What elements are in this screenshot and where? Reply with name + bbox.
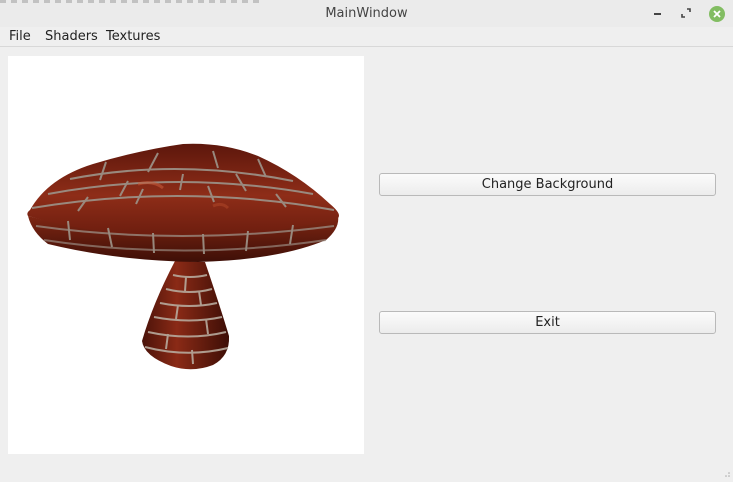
window-title: MainWindow: [325, 6, 408, 21]
maximize-button[interactable]: [678, 5, 694, 21]
close-icon: [708, 5, 725, 22]
menu-textures[interactable]: Textures: [106, 29, 160, 44]
render-viewport[interactable]: [8, 56, 364, 454]
menu-shaders[interactable]: Shaders: [45, 29, 98, 44]
menu-file[interactable]: File: [9, 29, 31, 44]
minimize-button[interactable]: [649, 5, 665, 21]
mushroom-model: [27, 143, 339, 370]
menu-bar: File Shaders Textures: [0, 27, 733, 47]
resize-grip-icon[interactable]: [722, 471, 730, 479]
change-background-button[interactable]: Change Background: [379, 173, 716, 196]
close-button[interactable]: [708, 5, 725, 22]
title-bar: MainWindow: [0, 0, 733, 28]
minimize-icon: [653, 13, 661, 15]
exit-button[interactable]: Exit: [379, 311, 716, 334]
maximize-icon: [681, 8, 691, 18]
background-window-fragment: [0, 0, 260, 3]
